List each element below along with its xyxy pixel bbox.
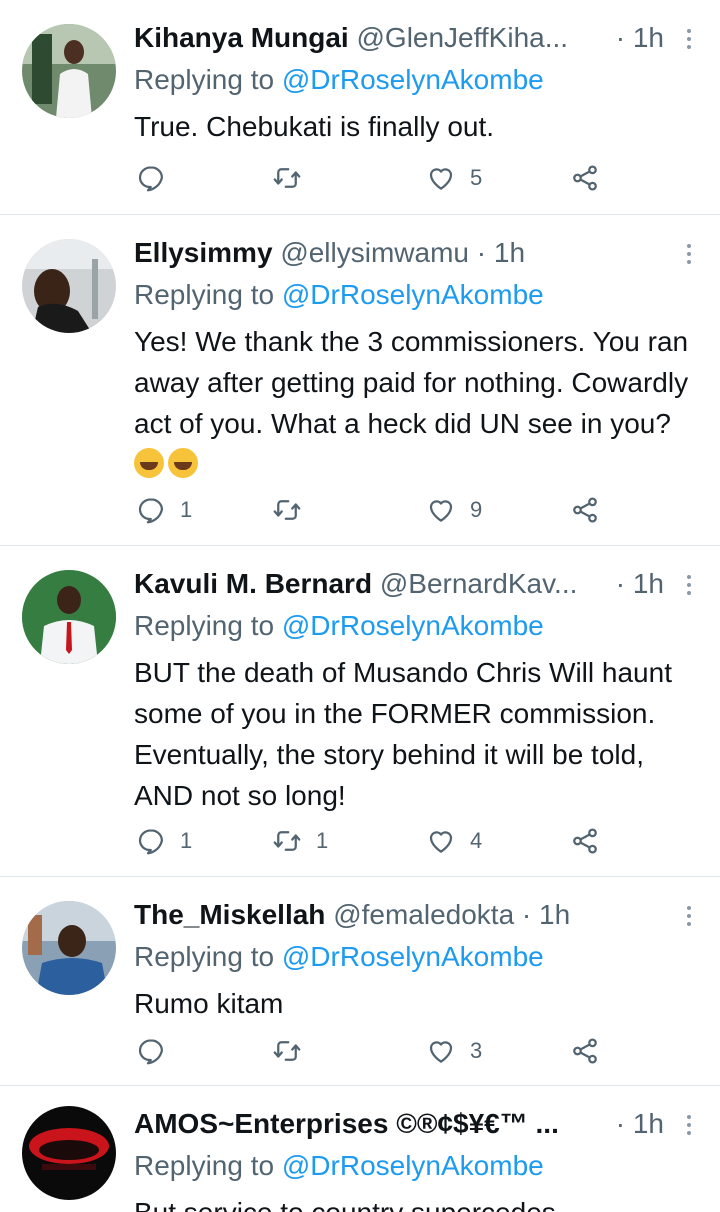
replying-to: Replying to @DrRoselynAkombe <box>134 275 544 315</box>
mention-link[interactable]: @DrRoselynAkombe <box>282 279 544 310</box>
replying-to-label: Replying to <box>134 610 282 641</box>
avatar[interactable] <box>22 1106 116 1200</box>
tweet-text: But service to country supercedes <box>134 1192 704 1212</box>
display-name[interactable]: Ellysimmy <box>134 237 273 268</box>
mention-link[interactable]: @DrRoselynAkombe <box>282 64 544 95</box>
share-button[interactable] <box>570 821 600 861</box>
more-icon[interactable] <box>684 903 694 929</box>
like-button[interactable]: 3 <box>426 1031 482 1071</box>
share-icon <box>570 495 600 525</box>
heart-icon <box>426 163 456 193</box>
reply-icon <box>136 163 166 193</box>
avatar[interactable] <box>22 901 116 995</box>
rofl-emoji-icon <box>168 448 198 478</box>
heart-icon <box>426 495 456 525</box>
share-icon <box>570 1036 600 1066</box>
rofl-emoji-icon <box>134 448 164 478</box>
timestamp[interactable]: · 1h <box>616 1104 664 1144</box>
user-handle[interactable]: @BernardKav... <box>380 568 578 599</box>
replying-to: Replying to @DrRoselynAkombe <box>134 1146 544 1186</box>
retweet-count: 1 <box>316 828 329 853</box>
user-handle[interactable]: @GlenJeffKiha... <box>356 22 568 53</box>
avatar[interactable] <box>22 24 116 118</box>
share-button[interactable] <box>570 158 600 198</box>
retweet-button[interactable] <box>272 158 316 198</box>
retweet-icon <box>272 163 302 193</box>
tweet[interactable]: The_Miskellah @femaledokta · 1h Replying… <box>0 877 720 1086</box>
retweet-icon <box>272 495 302 525</box>
retweet-icon <box>272 1036 302 1066</box>
replying-to: Replying to @DrRoselynAkombe <box>134 937 544 977</box>
share-button[interactable] <box>570 490 600 530</box>
reply-button[interactable]: 1 <box>136 821 192 861</box>
reply-count: 1 <box>180 828 193 853</box>
tweet[interactable]: AMOS~Enterprises ©®¢$¥€™ ... · 1h Replyi… <box>0 1086 720 1212</box>
heart-icon <box>426 1036 456 1066</box>
like-count: 3 <box>470 1038 483 1063</box>
tweet-text: Rumo kitam <box>134 988 284 1019</box>
tweet-text: True. Chebukati is finally out. <box>134 111 495 142</box>
like-button[interactable]: 5 <box>426 158 482 198</box>
share-icon <box>570 163 600 193</box>
heart-icon <box>426 826 456 856</box>
reply-icon <box>136 495 166 525</box>
tweet[interactable]: Kavuli M. Bernard @BernardKav... · 1h Re… <box>0 546 720 877</box>
retweet-button[interactable] <box>272 1031 316 1071</box>
retweet-icon <box>272 826 302 856</box>
tweet-text-content: Yes! We thank the 3 commissioners. You r… <box>134 326 689 439</box>
display-name[interactable]: The_Miskellah <box>134 899 325 930</box>
like-count: 5 <box>470 165 483 190</box>
replying-to-label: Replying to <box>134 941 282 972</box>
tweet-text: Yes! We thank the 3 commissioners. You r… <box>134 321 704 485</box>
share-icon <box>570 826 600 856</box>
avatar[interactable] <box>22 239 116 333</box>
replying-to: Replying to @DrRoselynAkombe <box>134 60 544 100</box>
replying-to-label: Replying to <box>134 64 282 95</box>
tweet[interactable]: Kihanya Mungai @GlenJeffKiha... · 1h Rep… <box>0 0 720 215</box>
like-count: 9 <box>470 497 483 522</box>
mention-link[interactable]: @DrRoselynAkombe <box>282 1150 544 1181</box>
like-button[interactable]: 9 <box>426 490 482 530</box>
replying-to-label: Replying to <box>134 1150 282 1181</box>
reply-button[interactable] <box>136 158 180 198</box>
tweet-text: BUT the death of Musando Chris Will haun… <box>134 657 672 811</box>
like-count: 4 <box>470 828 483 853</box>
more-icon[interactable] <box>684 572 694 598</box>
user-handle[interactable]: @ellysimwamu · 1h <box>280 237 525 268</box>
timestamp[interactable]: · 1h <box>616 564 664 604</box>
mention-link[interactable]: @DrRoselynAkombe <box>282 610 544 641</box>
reply-button[interactable]: 1 <box>136 490 192 530</box>
like-button[interactable]: 4 <box>426 821 482 861</box>
avatar[interactable] <box>22 570 116 664</box>
display-name[interactable]: AMOS~Enterprises ©®¢$¥€™ ... <box>134 1108 559 1139</box>
replying-to-label: Replying to <box>134 279 282 310</box>
more-icon[interactable] <box>684 26 694 52</box>
reply-count: 1 <box>180 497 193 522</box>
retweet-button[interactable]: 1 <box>272 821 328 861</box>
reply-icon <box>136 1036 166 1066</box>
reply-button[interactable] <box>136 1031 180 1071</box>
display-name[interactable]: Kihanya Mungai <box>134 22 349 53</box>
replying-to: Replying to @DrRoselynAkombe <box>134 606 544 646</box>
tweet[interactable]: Ellysimmy @ellysimwamu · 1h Replying to … <box>0 215 720 546</box>
display-name[interactable]: Kavuli M. Bernard <box>134 568 372 599</box>
user-handle[interactable]: @femaledokta · 1h <box>333 899 570 930</box>
timestamp[interactable]: · 1h <box>616 18 664 58</box>
more-icon[interactable] <box>684 1112 694 1138</box>
retweet-button[interactable] <box>272 490 316 530</box>
mention-link[interactable]: @DrRoselynAkombe <box>282 941 544 972</box>
share-button[interactable] <box>570 1031 600 1071</box>
more-icon[interactable] <box>684 241 694 267</box>
reply-icon <box>136 826 166 856</box>
